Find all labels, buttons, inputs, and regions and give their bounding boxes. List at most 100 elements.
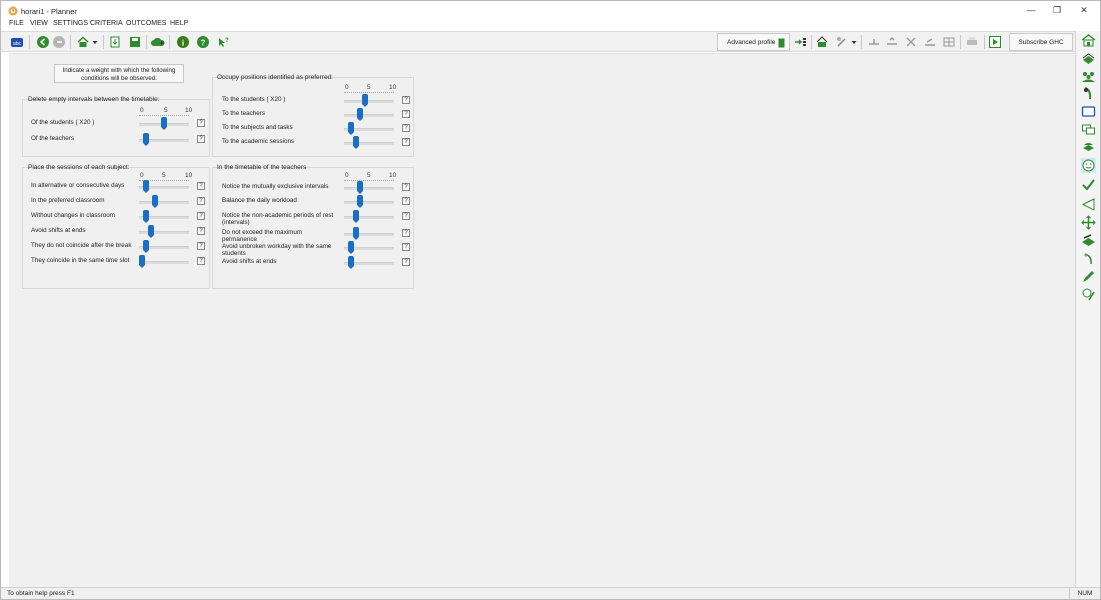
- chart-house-icon[interactable]: [815, 35, 829, 49]
- criterion-help-button[interactable]: ?: [197, 182, 205, 190]
- menu-help[interactable]: HELP: [170, 20, 188, 27]
- books-icon[interactable]: [1081, 51, 1096, 66]
- teacher-icon[interactable]: [1081, 86, 1096, 101]
- weight-slider[interactable]: [344, 233, 394, 236]
- criterion-help-button[interactable]: ?: [197, 197, 205, 205]
- criterion-help-button[interactable]: ?: [197, 119, 205, 127]
- weight-slider[interactable]: [344, 142, 394, 145]
- criterion-help-button[interactable]: ?: [197, 242, 205, 250]
- slider-thumb[interactable]: [357, 181, 364, 194]
- criterion-help-button[interactable]: ?: [402, 110, 410, 118]
- info-icon[interactable]: i: [176, 35, 190, 49]
- move-icon[interactable]: [867, 35, 881, 49]
- print-icon[interactable]: [965, 35, 979, 49]
- criterion-help-button[interactable]: ?: [402, 96, 410, 104]
- slider-thumb[interactable]: [147, 225, 154, 238]
- slider-thumb[interactable]: [139, 255, 145, 268]
- triangle-left-icon[interactable]: [1081, 197, 1096, 212]
- forward-arrow-icon[interactable]: [52, 35, 66, 49]
- export-document-icon[interactable]: [108, 35, 122, 49]
- windows-icon[interactable]: [1081, 122, 1096, 137]
- weight-slider[interactable]: [139, 261, 189, 264]
- slider-thumb[interactable]: [348, 122, 355, 135]
- move-arrows-icon[interactable]: [1081, 215, 1096, 230]
- group-icon[interactable]: [1081, 69, 1096, 84]
- slider-thumb[interactable]: [348, 241, 355, 254]
- weight-slider[interactable]: [139, 201, 189, 204]
- swap-icon[interactable]: [885, 35, 899, 49]
- slider-thumb[interactable]: [352, 136, 359, 149]
- criterion-help-button[interactable]: ?: [197, 135, 205, 143]
- tool-icon[interactable]: [1081, 251, 1096, 266]
- slider-thumb[interactable]: [143, 133, 150, 146]
- menu-outcomes[interactable]: OUTCOMES: [126, 20, 166, 27]
- close-button[interactable]: ✕: [1071, 3, 1097, 17]
- restore-button[interactable]: ❐: [1044, 3, 1070, 17]
- weight-slider[interactable]: [139, 231, 189, 234]
- edit-tools-icon[interactable]: [835, 35, 849, 49]
- slider-thumb[interactable]: [357, 195, 364, 208]
- minimize-button[interactable]: —: [1018, 3, 1044, 17]
- criterion-help-button[interactable]: ?: [402, 183, 410, 191]
- stack-icon[interactable]: [1081, 140, 1096, 155]
- slider-thumb[interactable]: [352, 227, 359, 240]
- erase-icon[interactable]: [923, 35, 937, 49]
- criterion-help-button[interactable]: ?: [197, 227, 205, 235]
- criterion-help-button[interactable]: ?: [402, 243, 410, 251]
- cut-icon[interactable]: [904, 35, 918, 49]
- teacher-edit-icon[interactable]: [1081, 287, 1096, 302]
- weight-slider[interactable]: [344, 201, 394, 204]
- app-window: horari1 - Planner — ❐ ✕ FILE VIEW SETTIN…: [0, 0, 1101, 600]
- home-icon[interactable]: [76, 35, 90, 49]
- criterion-help-button[interactable]: ?: [402, 229, 410, 237]
- criterion-help-button[interactable]: ?: [197, 212, 205, 220]
- criterion-help-button[interactable]: ?: [402, 212, 410, 220]
- classroom-icon[interactable]: [1081, 104, 1096, 119]
- criterion-label: They do not coincide after the break: [31, 242, 132, 249]
- criterion-help-button[interactable]: ?: [197, 257, 205, 265]
- calendar-icon[interactable]: abc: [10, 35, 24, 49]
- run-icon[interactable]: [988, 35, 1002, 49]
- slider-thumb[interactable]: [357, 108, 364, 121]
- criterion-help-button[interactable]: ?: [402, 124, 410, 132]
- slider-thumb[interactable]: [152, 195, 159, 208]
- chevron-down-icon[interactable]: [91, 35, 99, 49]
- school-icon[interactable]: [1081, 33, 1096, 48]
- criterion-help-button[interactable]: ?: [402, 197, 410, 205]
- save-icon[interactable]: [128, 35, 142, 49]
- weight-slider[interactable]: [344, 187, 394, 190]
- weight-slider[interactable]: [344, 216, 394, 219]
- menu-file[interactable]: FILE: [9, 20, 24, 27]
- cloud-upload-icon[interactable]: [151, 35, 165, 49]
- toolbar-separator: [70, 35, 71, 49]
- smiley-icon[interactable]: [1081, 158, 1096, 173]
- menu-view[interactable]: VIEW: [30, 20, 48, 27]
- criterion-label: Avoid shifts at ends: [222, 258, 277, 265]
- slider-thumb[interactable]: [352, 210, 359, 223]
- toolbar-separator: [960, 35, 961, 49]
- slider-thumb[interactable]: [161, 117, 167, 130]
- slider-thumb[interactable]: [143, 210, 150, 223]
- pencil-icon[interactable]: [1081, 269, 1096, 284]
- empty-intervals-panel: [22, 99, 210, 157]
- chevron-down-icon[interactable]: [850, 35, 858, 49]
- slider-thumb[interactable]: [143, 180, 150, 193]
- advanced-profile-button[interactable]: Advanced profile: [717, 33, 790, 51]
- help-icon[interactable]: ?: [196, 35, 210, 49]
- slider-thumb[interactable]: [348, 256, 355, 269]
- slider-thumb[interactable]: [143, 240, 150, 253]
- back-arrow-icon[interactable]: [36, 35, 50, 49]
- criterion-help-button[interactable]: ?: [402, 138, 410, 146]
- weight-slider[interactable]: [344, 100, 394, 103]
- grid-icon[interactable]: [942, 35, 956, 49]
- menu-settings[interactable]: SETTINGS: [53, 20, 88, 27]
- weight-slider[interactable]: [344, 114, 394, 117]
- whats-this-icon[interactable]: ?: [216, 35, 230, 49]
- tree-arrow-icon[interactable]: [794, 35, 808, 49]
- layers-icon[interactable]: [1081, 233, 1096, 248]
- check-icon[interactable]: [1081, 177, 1096, 192]
- menu-criteria[interactable]: CRITERIA: [90, 20, 123, 27]
- subscribe-button[interactable]: Subscribe GHC: [1009, 33, 1073, 51]
- criterion-help-button[interactable]: ?: [402, 258, 410, 266]
- slider-thumb[interactable]: [361, 94, 368, 107]
